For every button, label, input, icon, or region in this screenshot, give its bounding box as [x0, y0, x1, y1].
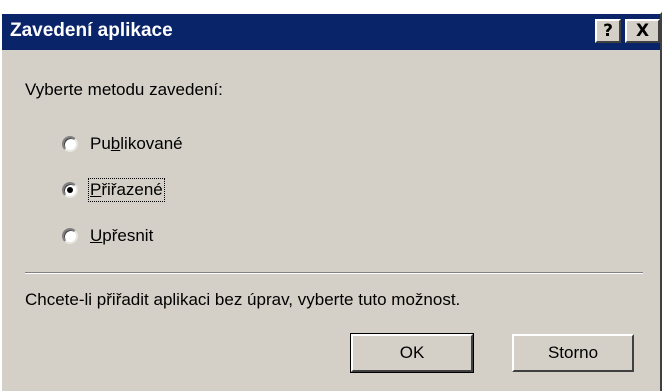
radio-advanced-label: Upřesnit — [90, 226, 154, 245]
cancel-button-label: Storno — [547, 343, 599, 362]
help-button[interactable]: ? — [595, 19, 621, 43]
radio-published[interactable]: Publikované — [62, 134, 183, 154]
ok-button[interactable]: OK — [350, 333, 474, 373]
radio-assigned-label: Přiřazené — [88, 178, 165, 202]
method-prompt: Vyberte metodu zavedení: — [25, 80, 223, 99]
help-icon: ? — [603, 21, 613, 41]
deployment-dialog: Zavedení aplikace ? X Vyberte metodu zav… — [0, 12, 662, 391]
close-icon: X — [635, 21, 650, 41]
radio-assigned[interactable]: Přiřazené — [62, 178, 165, 202]
close-button[interactable]: X — [625, 19, 660, 43]
radio-button-icon[interactable] — [62, 228, 78, 244]
radio-published-label: Publikované — [90, 134, 183, 153]
cancel-button[interactable]: Storno — [512, 334, 634, 372]
radio-button-checked-icon[interactable] — [62, 182, 78, 198]
radio-button-icon[interactable] — [62, 136, 78, 152]
description-text: Chcete-li přiřadit aplikaci bez úprav, v… — [25, 290, 461, 309]
separator — [25, 272, 643, 274]
title-bar[interactable]: Zavedení aplikace ? X — [2, 14, 660, 50]
radio-advanced[interactable]: Upřesnit — [62, 226, 153, 246]
ok-button-label: OK — [399, 343, 425, 362]
window-title: Zavedení aplikace — [10, 20, 173, 41]
